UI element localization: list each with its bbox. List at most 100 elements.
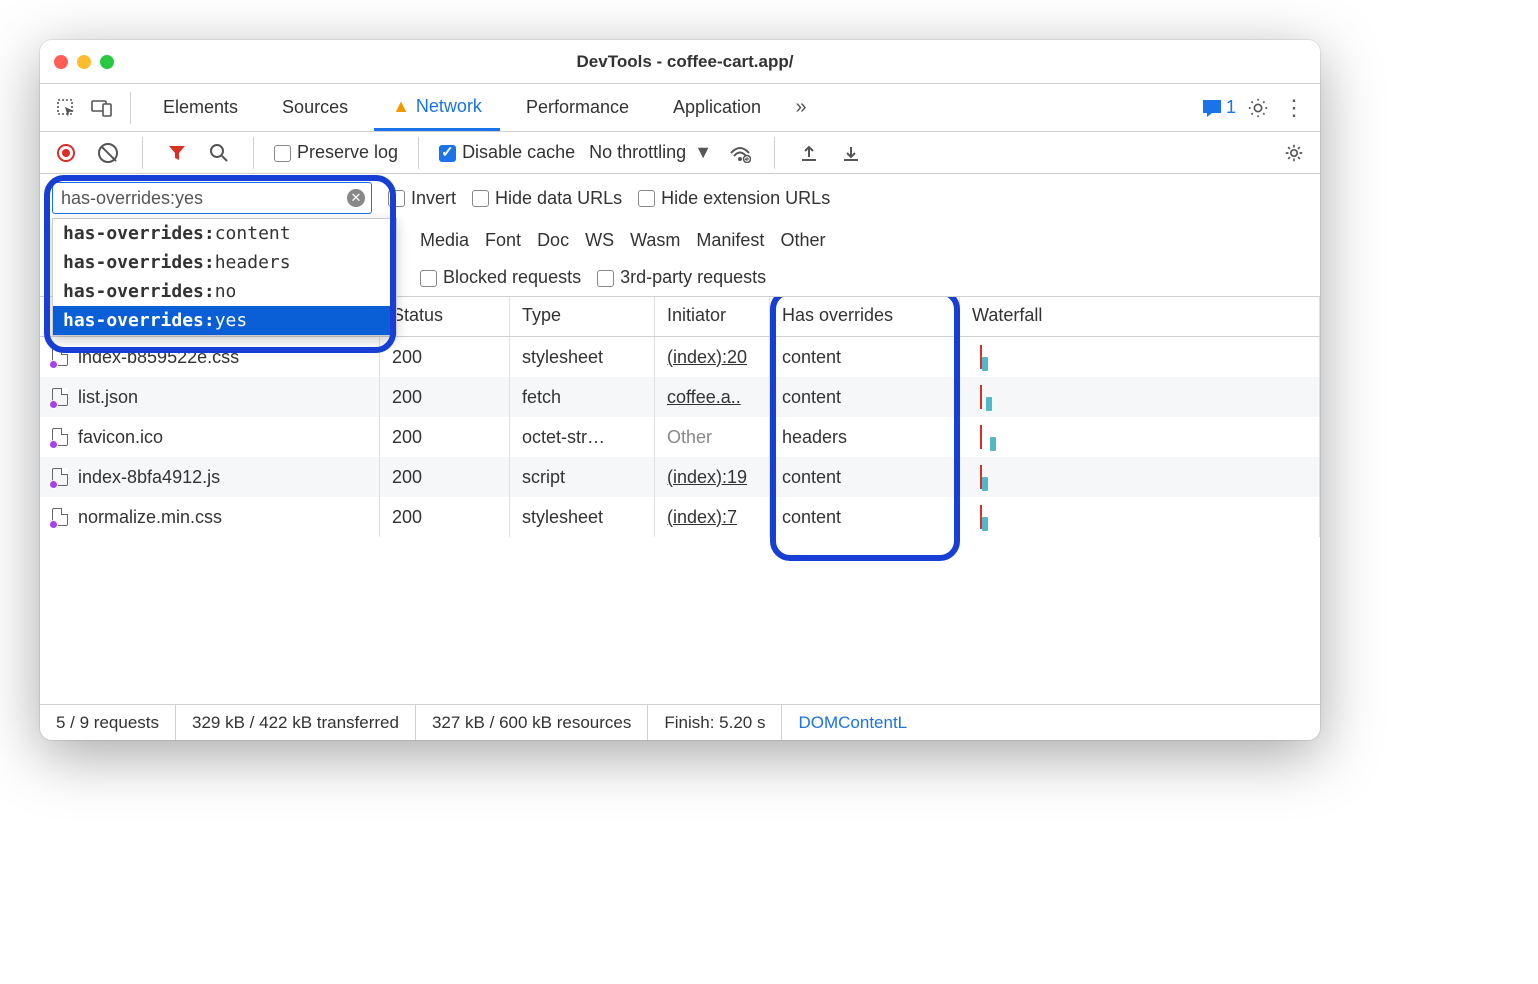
cell-overrides: content [770, 457, 960, 497]
cell-name: index-b859522e.css [78, 347, 239, 368]
cell-type: octet-str… [510, 417, 655, 457]
file-icon [52, 348, 68, 366]
tab-application[interactable]: Application [655, 84, 779, 131]
cell-name: index-8bfa4912.js [78, 467, 220, 488]
filter-toggle-icon[interactable] [163, 139, 191, 167]
autocomplete-option[interactable]: has-overrides:no [53, 277, 396, 306]
cell-initiator: Other [655, 417, 770, 457]
table-row[interactable]: favicon.ico 200octet-str…Otherheaders [40, 417, 1320, 457]
autocomplete-option[interactable]: has-overrides:headers [53, 248, 396, 277]
table-row[interactable]: index-b859522e.css 200stylesheet(index):2… [40, 337, 1320, 377]
preserve-log-toggle[interactable]: Preserve log [274, 142, 398, 163]
file-icon [52, 388, 68, 406]
device-toggle-icon[interactable] [88, 94, 116, 122]
autocomplete-option[interactable]: has-overrides:content [53, 219, 396, 248]
filter-input[interactable] [59, 187, 347, 210]
search-icon[interactable] [205, 139, 233, 167]
type-filter-doc[interactable]: Doc [537, 230, 569, 251]
type-filter-wasm[interactable]: Wasm [630, 230, 680, 251]
cell-status: 200 [380, 497, 510, 537]
status-dcl: DOMContentL [782, 705, 923, 740]
type-filter-other[interactable]: Other [780, 230, 825, 251]
file-icon [52, 428, 68, 446]
cell-type: stylesheet [510, 337, 655, 377]
cell-initiator[interactable]: (index):7 [655, 497, 770, 537]
cell-overrides: content [770, 497, 960, 537]
cell-waterfall [960, 497, 1320, 537]
status-bar: 5 / 9 requests 329 kB / 422 kB transferr… [40, 704, 1320, 740]
column-header-type[interactable]: Type [510, 297, 655, 336]
throttling-select[interactable]: No throttling ▼ [589, 142, 712, 163]
more-tabs-button[interactable]: » [787, 94, 815, 122]
type-filter-font[interactable]: Font [485, 230, 521, 251]
cell-waterfall [960, 457, 1320, 497]
close-window-button[interactable] [54, 55, 68, 69]
cell-name: normalize.min.css [78, 507, 222, 528]
table-row[interactable]: index-8bfa4912.js 200script(index):19cont… [40, 457, 1320, 497]
cell-status: 200 [380, 337, 510, 377]
cell-waterfall [960, 337, 1320, 377]
cell-type: script [510, 457, 655, 497]
cell-overrides: headers [770, 417, 960, 457]
devtools-window: DevTools - coffee-cart.app/ Elements Sou… [40, 40, 1320, 740]
hide-data-urls-toggle[interactable]: Hide data URLs [472, 188, 622, 209]
cell-name: list.json [78, 387, 138, 408]
invert-toggle[interactable]: Invert [388, 188, 456, 209]
maximize-window-button[interactable] [100, 55, 114, 69]
traffic-lights [54, 55, 114, 69]
cell-status: 200 [380, 417, 510, 457]
messages-badge[interactable]: 1 [1202, 97, 1236, 118]
filter-input-wrap[interactable]: ✕ [52, 182, 372, 214]
file-icon [52, 468, 68, 486]
status-resources: 327 kB / 600 kB resources [416, 705, 648, 740]
tab-sources[interactable]: Sources [264, 84, 366, 131]
column-header-waterfall[interactable]: Waterfall [960, 297, 1320, 336]
tab-network[interactable]: ▲ Network [374, 84, 500, 131]
column-header-status[interactable]: Status [380, 297, 510, 336]
cell-status: 200 [380, 377, 510, 417]
cell-initiator[interactable]: coffee.a.. [655, 377, 770, 417]
cell-initiator[interactable]: (index):20 [655, 337, 770, 377]
minimize-window-button[interactable] [77, 55, 91, 69]
column-header-initiator[interactable]: Initiator [655, 297, 770, 336]
column-header-overrides[interactable]: Has overrides [770, 297, 960, 336]
cell-status: 200 [380, 457, 510, 497]
inspect-icon[interactable] [52, 94, 80, 122]
cell-name: favicon.ico [78, 427, 163, 448]
filter-autocomplete: has-overrides:contenthas-overrides:heade… [52, 218, 397, 336]
file-icon [52, 508, 68, 526]
autocomplete-option[interactable]: has-overrides:yes [53, 306, 396, 335]
type-filter-media[interactable]: Media [420, 230, 469, 251]
disable-cache-toggle[interactable]: Disable cache [439, 142, 575, 163]
table-row[interactable]: list.json 200fetchcoffee.a..content [40, 377, 1320, 417]
network-toolbar: Preserve log Disable cache No throttling… [40, 132, 1320, 174]
settings-icon[interactable] [1244, 94, 1272, 122]
record-button[interactable] [52, 139, 80, 167]
blocked-requests-toggle[interactable]: Blocked requests [420, 267, 581, 288]
warning-icon: ▲ [392, 96, 410, 117]
network-conditions-icon[interactable] [726, 139, 754, 167]
messages-count: 1 [1226, 97, 1236, 118]
cell-type: stylesheet [510, 497, 655, 537]
tab-elements[interactable]: Elements [145, 84, 256, 131]
status-finish: Finish: 5.20 s [648, 705, 782, 740]
type-filter-manifest[interactable]: Manifest [696, 230, 764, 251]
main-tabs: Elements Sources ▲ Network Performance A… [40, 84, 1320, 132]
cell-initiator[interactable]: (index):19 [655, 457, 770, 497]
third-party-toggle[interactable]: 3rd-party requests [597, 267, 766, 288]
cell-waterfall [960, 377, 1320, 417]
table-row[interactable]: normalize.min.css 200stylesheet(index):7c… [40, 497, 1320, 537]
network-settings-icon[interactable] [1280, 139, 1308, 167]
download-har-icon[interactable] [837, 139, 865, 167]
clear-filter-icon[interactable]: ✕ [347, 189, 365, 207]
message-icon [1202, 99, 1222, 117]
clear-button[interactable] [94, 139, 122, 167]
tab-performance[interactable]: Performance [508, 84, 647, 131]
upload-har-icon[interactable] [795, 139, 823, 167]
type-filter-ws[interactable]: WS [585, 230, 614, 251]
kebab-menu-icon[interactable]: ⋮ [1280, 94, 1308, 122]
cell-overrides: content [770, 377, 960, 417]
cell-type: fetch [510, 377, 655, 417]
hide-extension-urls-toggle[interactable]: Hide extension URLs [638, 188, 830, 209]
filters-area: ✕ Invert Hide data URLs Hide extension U… [40, 174, 1320, 297]
